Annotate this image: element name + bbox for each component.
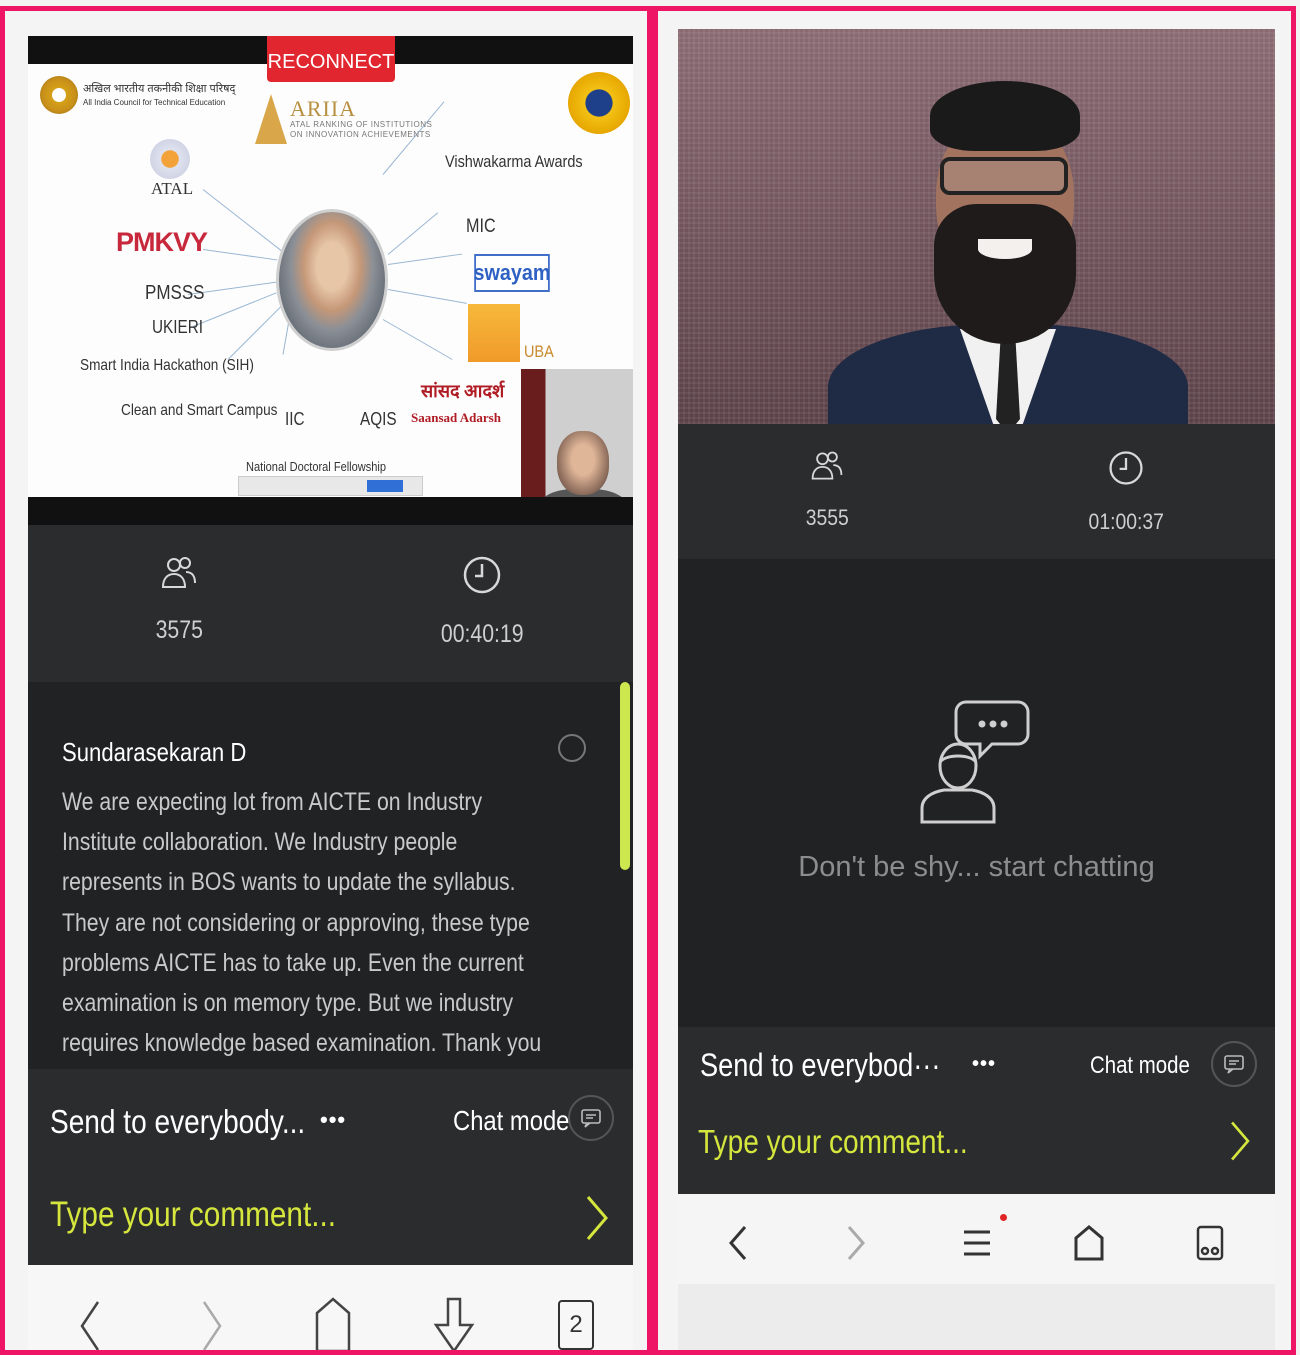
chat-bubble-icon [581,1109,601,1128]
participants-stat[interactable]: 3575 [28,553,331,649]
clock-icon [463,556,500,594]
tabs-icon[interactable] [1195,1224,1225,1262]
chat-mode-label[interactable]: Chat mode [1090,1052,1190,1080]
back-icon[interactable] [78,1298,102,1354]
right-screenshot: 3555 01:00:37 Don't be shy... start chat… [652,6,1296,1355]
page-behind [678,1284,1275,1350]
connector-line [202,189,283,252]
participants-stat[interactable]: 3555 [678,448,977,535]
national-doctoral-label: National Doctoral Fellowship [246,459,387,474]
home-icon[interactable] [1073,1224,1105,1262]
comment-input[interactable]: Type your comment... [50,1195,336,1235]
composer: Send to everybody... ••• Chat mode [28,1073,633,1163]
pmkvy-logo: PMKVY [116,227,208,257]
self-video-thumbnail[interactable] [521,369,633,502]
ukieri-label: UKIERI [152,317,204,337]
ariia-title: ARIIA [290,96,357,121]
atal-label: ATAL [151,179,194,198]
connector-line [387,253,463,265]
connector-line [227,302,285,360]
speaker-glasses [940,157,1068,195]
chat-person-icon [920,700,1030,824]
reconnect-button[interactable]: RECONNECT [267,36,395,82]
browser-nav-bar [678,1194,1275,1284]
chat-bubble-icon [1224,1055,1244,1074]
chat-mode-label[interactable]: Chat mode [453,1105,569,1137]
chat-mode-button[interactable] [1211,1041,1257,1087]
participants-icon [811,451,843,480]
forward-icon[interactable] [200,1298,224,1354]
swayam-logo: swayam [473,254,551,292]
uba-logo [468,304,520,362]
mic-label: MIC [466,216,496,237]
speaker-photo [276,209,388,351]
more-options-button[interactable]: ••• [320,1107,346,1133]
sansad-hindi-label: सांसद आदर्श [421,381,505,401]
pmsss-label: PMSSS [145,282,205,304]
vishwakarma-label: Vishwakarma Awards [445,152,583,171]
sansad-english-label: Saansad Adarsh [411,410,501,425]
more-options-button[interactable]: ••• [972,1053,996,1076]
connector-line [387,212,439,255]
sih-label: Smart India Hackathon (SIH) [80,357,254,374]
speaker-video[interactable] [678,29,1275,424]
participants-count: 3575 [155,616,203,644]
iic-label: IIC [285,409,305,429]
aicte-logo [40,76,78,114]
chat-mode-button[interactable] [568,1095,614,1141]
empty-chat-text: Don't be shy... start chatting [798,851,1155,883]
send-arrow-icon[interactable] [584,1193,610,1243]
aicte-hindi: अखिल भारतीय तकनीकी शिक्षा परिषद् [83,83,236,95]
message-select-radio[interactable] [558,734,586,762]
stats-row: 3575 00:40:19 [28,553,633,649]
forward-icon[interactable] [846,1224,866,1262]
notification-dot [1000,1214,1007,1221]
screen-share-bar [238,476,423,496]
ariia-subtitle: ATAL RANKING OF INSTITUTIONS ON INNOVATI… [290,120,433,139]
clean-campus-label: Clean and Smart Campus [121,402,278,419]
participants-icon [162,557,197,588]
meeting-panel: 3555 01:00:37 Don't be shy... start chat… [678,424,1275,1194]
tabs-button[interactable]: 2 [558,1300,594,1350]
ariia-logo [255,94,287,144]
connector-line [382,319,453,360]
uba-label: UBA [524,342,554,361]
aicte-seal-logo [568,72,630,134]
connector-line [387,289,467,304]
menu-icon[interactable] [962,1228,992,1258]
back-icon[interactable] [728,1224,748,1262]
connector-line [202,249,278,261]
recipient-selector[interactable]: Send to everybody... [50,1103,305,1141]
meeting-panel: 3575 00:40:19 Sundarasekaran D We are ex… [28,525,633,1265]
stop-share-button[interactable] [367,480,403,492]
left-screenshot: अखिल भारतीय तकनीकी शिक्षा परिषद् All Ind… [0,6,652,1355]
shared-slide: अखिल भारतीय तकनीकी शिक्षा परिषद् All Ind… [28,64,633,502]
elapsed-time: 01:00:37 [1088,509,1164,534]
participants-count: 3555 [805,505,849,530]
aicte-english: All India Council for Technical Educatio… [83,98,226,107]
elapsed-stat: 01:00:37 [977,448,1276,535]
chat-scrollbar[interactable] [620,682,630,870]
atal-logo [150,139,190,179]
recipient-selector[interactable]: Send to everybod··· [700,1047,940,1084]
comment-input[interactable]: Type your comment... [698,1123,968,1161]
elapsed-time: 00:40:19 [440,620,524,648]
aqis-label: AQIS [360,409,397,429]
elapsed-stat: 00:40:19 [331,553,634,649]
browser-nav-bar: 2 [28,1265,633,1355]
chat-area[interactable]: Sundarasekaran D We are expecting lot fr… [28,682,633,1069]
chat-author: Sundarasekaran D [62,737,247,767]
send-arrow-icon[interactable] [1228,1119,1252,1163]
clock-icon [1109,451,1143,485]
stats-row: 3555 01:00:37 [678,448,1275,535]
chat-area[interactable]: Don't be shy... start chatting [678,559,1275,1027]
video-bottom-bar [28,497,633,525]
home-icon[interactable] [313,1295,353,1355]
download-icon[interactable] [432,1295,476,1355]
composer: Send to everybod··· ••• Chat mode Type y… [678,1027,1275,1194]
chat-message: We are expecting lot from AICTE on Indus… [62,788,542,1058]
